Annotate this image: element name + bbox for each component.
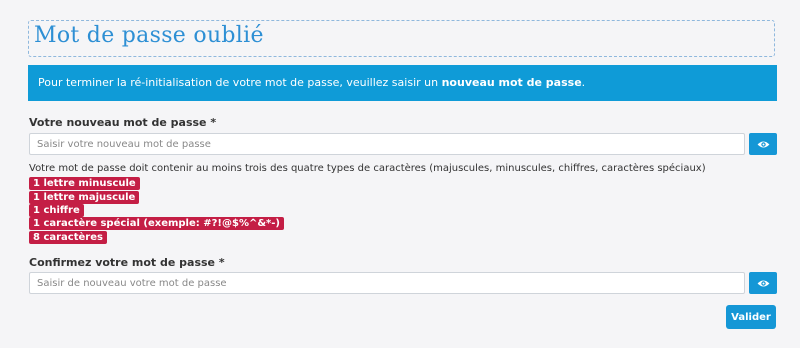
page-title-box: Mot de passe oublié [28,20,775,57]
new-password-label: Votre nouveau mot de passe * [29,116,217,129]
info-text: Pour terminer la ré-initialisation de vo… [38,76,442,89]
rule-badge-digit: 1 chiffre [29,204,84,217]
confirm-password-label: Confirmez votre mot de passe * [29,256,225,269]
show-confirm-password-button[interactable] [749,272,777,294]
page-title: Mot de passe oublié [34,23,264,48]
submit-button[interactable]: Valider [726,305,776,329]
info-banner: Pour terminer la ré-initialisation de vo… [28,65,777,101]
eye-icon [757,140,769,148]
eye-icon [757,279,769,287]
show-new-password-button[interactable] [749,133,777,155]
confirm-password-input[interactable] [29,272,745,294]
new-password-input[interactable] [29,133,745,155]
rule-badge-lowercase: 1 lettre minuscule [29,177,140,190]
rule-badge-length: 8 caractères [29,231,107,244]
info-text-bold: nouveau mot de passe [441,76,582,89]
rule-badge-uppercase: 1 lettre majuscule [29,191,140,204]
password-rules-intro: Votre mot de passe doit contenir au moin… [29,163,706,174]
info-text-end: . [581,76,586,89]
rule-badge-special-char: 1 caractère spécial (exemple: #?!@$%^&*-… [29,217,285,230]
